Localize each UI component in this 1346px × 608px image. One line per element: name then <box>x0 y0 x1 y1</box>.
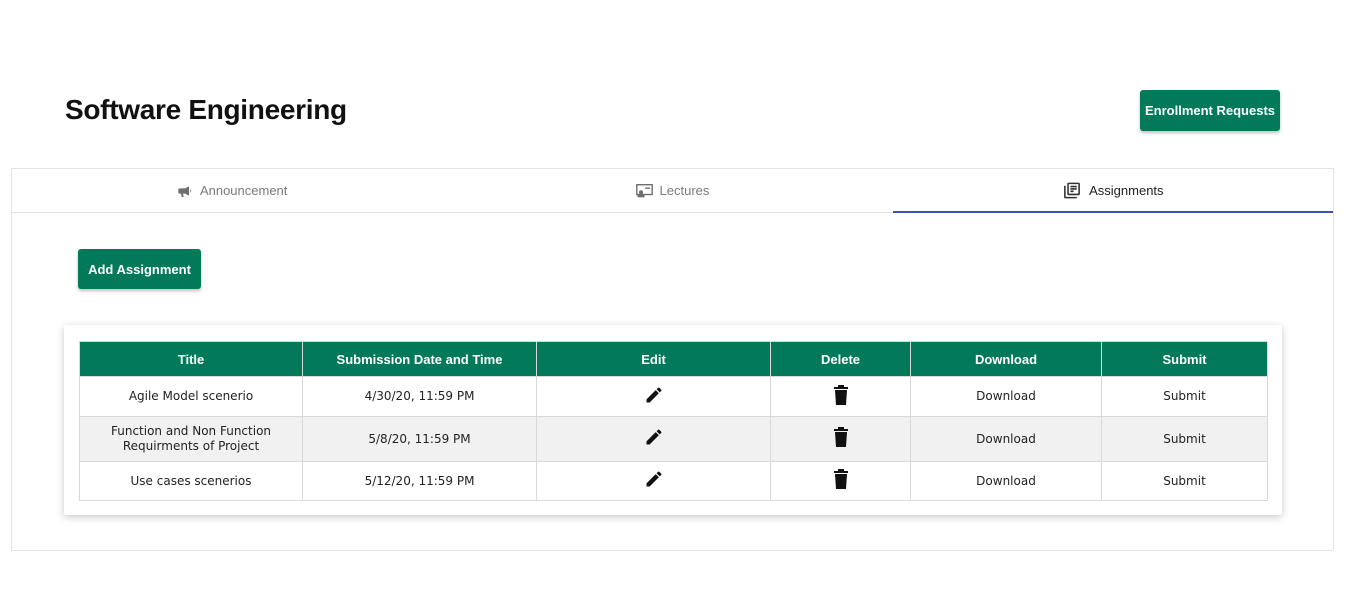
assignment-title: Function and Non Function Requirments of… <box>79 416 303 462</box>
tab-bar: Announcement Lectures Assignments <box>12 169 1334 213</box>
submit-link[interactable]: Submit <box>1101 416 1268 462</box>
assignment-title: Agile Model scenerio <box>79 376 303 417</box>
submission-date: 5/8/20, 11:59 PM <box>302 416 537 462</box>
tab-lectures[interactable]: Lectures <box>452 169 892 212</box>
column-header-title: Title <box>79 341 303 377</box>
presentation-icon <box>635 183 653 198</box>
table-row: Function and Non Function Requirments of… <box>79 416 1268 462</box>
table-row: Use cases scenerios 5/12/20, 11:59 PM Do… <box>79 461 1268 501</box>
table-row: Agile Model scenerio 4/30/20, 11:59 PM D… <box>79 376 1268 417</box>
tab-assignments[interactable]: Assignments <box>892 169 1334 213</box>
megaphone-icon <box>177 184 193 198</box>
download-link[interactable]: Download <box>910 461 1102 501</box>
tab-announcement[interactable]: Announcement <box>12 169 452 212</box>
download-link[interactable]: Download <box>910 376 1102 417</box>
tab-announcement-label: Announcement <box>199 183 288 198</box>
edit-pencil-icon[interactable] <box>644 469 664 489</box>
submission-date: 5/12/20, 11:59 PM <box>302 461 537 501</box>
assignments-table: Title Submission Date and Time Edit Dele… <box>79 341 1268 501</box>
assignment-title: Use cases scenerios <box>79 461 303 501</box>
column-header-edit: Edit <box>536 341 771 377</box>
edit-pencil-icon[interactable] <box>644 427 664 447</box>
column-header-submit: Submit <box>1101 341 1268 377</box>
submit-link[interactable]: Submit <box>1101 376 1268 417</box>
tab-assignments-label: Assignments <box>1089 183 1164 198</box>
library-books-icon <box>1062 181 1082 200</box>
edit-pencil-icon[interactable] <box>644 385 664 405</box>
course-card: Announcement Lectures Assignments Add As… <box>11 168 1334 551</box>
submission-date: 4/30/20, 11:59 PM <box>302 376 537 417</box>
enrollment-requests-button[interactable]: Enrollment Requests <box>1140 90 1280 131</box>
table-header-row: Title Submission Date and Time Edit Dele… <box>79 341 1268 377</box>
submit-link[interactable]: Submit <box>1101 461 1268 501</box>
column-header-delete: Delete <box>770 341 911 377</box>
delete-trash-icon[interactable] <box>833 384 849 405</box>
delete-trash-icon[interactable] <box>833 427 849 447</box>
tab-lectures-label: Lectures <box>659 183 710 198</box>
delete-trash-icon[interactable] <box>833 469 849 489</box>
column-header-date: Submission Date and Time <box>302 341 537 377</box>
page-title: Software Engineering <box>65 94 347 125</box>
download-link[interactable]: Download <box>910 416 1102 462</box>
add-assignment-button[interactable]: Add Assignment <box>78 249 201 289</box>
column-header-download: Download <box>910 341 1102 377</box>
assignments-table-container: Title Submission Date and Time Edit Dele… <box>64 325 1282 515</box>
